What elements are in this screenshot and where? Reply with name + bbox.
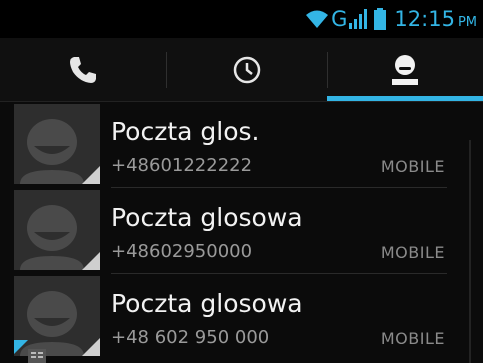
contact-name: Poczta glos. bbox=[111, 117, 260, 146]
contact-avatar[interactable] bbox=[14, 104, 100, 184]
contact-name: Poczta glosowa bbox=[111, 203, 303, 232]
contact-number-type: MOBILE bbox=[380, 243, 445, 262]
phone-contacts-screen: G 12:15 PM Poczta glos. +48601222222 MOB… bbox=[0, 0, 483, 363]
status-bar: G 12:15 PM bbox=[0, 0, 483, 38]
contact-number: +48601222222 bbox=[111, 155, 253, 176]
signal-icon bbox=[349, 9, 368, 29]
contact-number: +48 602 950 000 bbox=[111, 327, 270, 348]
contact-row[interactable]: Poczta glosowa +48602950000 MOBILE bbox=[0, 188, 483, 273]
network-type-label: G bbox=[331, 6, 348, 31]
contact-row[interactable]: Poczta glos. +48601222222 MOBILE bbox=[0, 102, 483, 187]
person-icon bbox=[392, 55, 418, 85]
contact-avatar[interactable] bbox=[14, 190, 100, 270]
contact-number-type: MOBILE bbox=[380, 329, 445, 348]
tab-phone[interactable] bbox=[0, 38, 166, 102]
clock-ampm: PM bbox=[457, 14, 477, 30]
contact-list[interactable]: Poczta glos. +48601222222 MOBILE Poczta … bbox=[0, 102, 483, 363]
status-icons: G 12:15 PM bbox=[305, 4, 477, 34]
contact-number: +48602950000 bbox=[111, 241, 253, 262]
contact-row[interactable]: Poczta glosowa +48 602 950 000 MOBILE bbox=[0, 274, 483, 359]
clock-time: 12:15 bbox=[394, 6, 455, 31]
tab-contacts[interactable] bbox=[327, 38, 483, 102]
default-avatar-icon bbox=[20, 205, 100, 270]
tab-recent[interactable] bbox=[166, 38, 327, 102]
battery-icon bbox=[374, 8, 387, 30]
tab-bar bbox=[0, 38, 483, 102]
clock-icon bbox=[233, 56, 260, 84]
status-clock: 12:15 PM bbox=[394, 6, 477, 31]
contact-name: Poczta glosowa bbox=[111, 289, 303, 318]
default-avatar-icon bbox=[20, 119, 100, 184]
contact-number-type: MOBILE bbox=[380, 157, 445, 176]
phone-icon bbox=[70, 57, 96, 83]
wifi-icon bbox=[306, 10, 329, 28]
list-scrollbar[interactable] bbox=[469, 140, 471, 363]
quick-contact-badge-icon[interactable] bbox=[14, 340, 46, 363]
